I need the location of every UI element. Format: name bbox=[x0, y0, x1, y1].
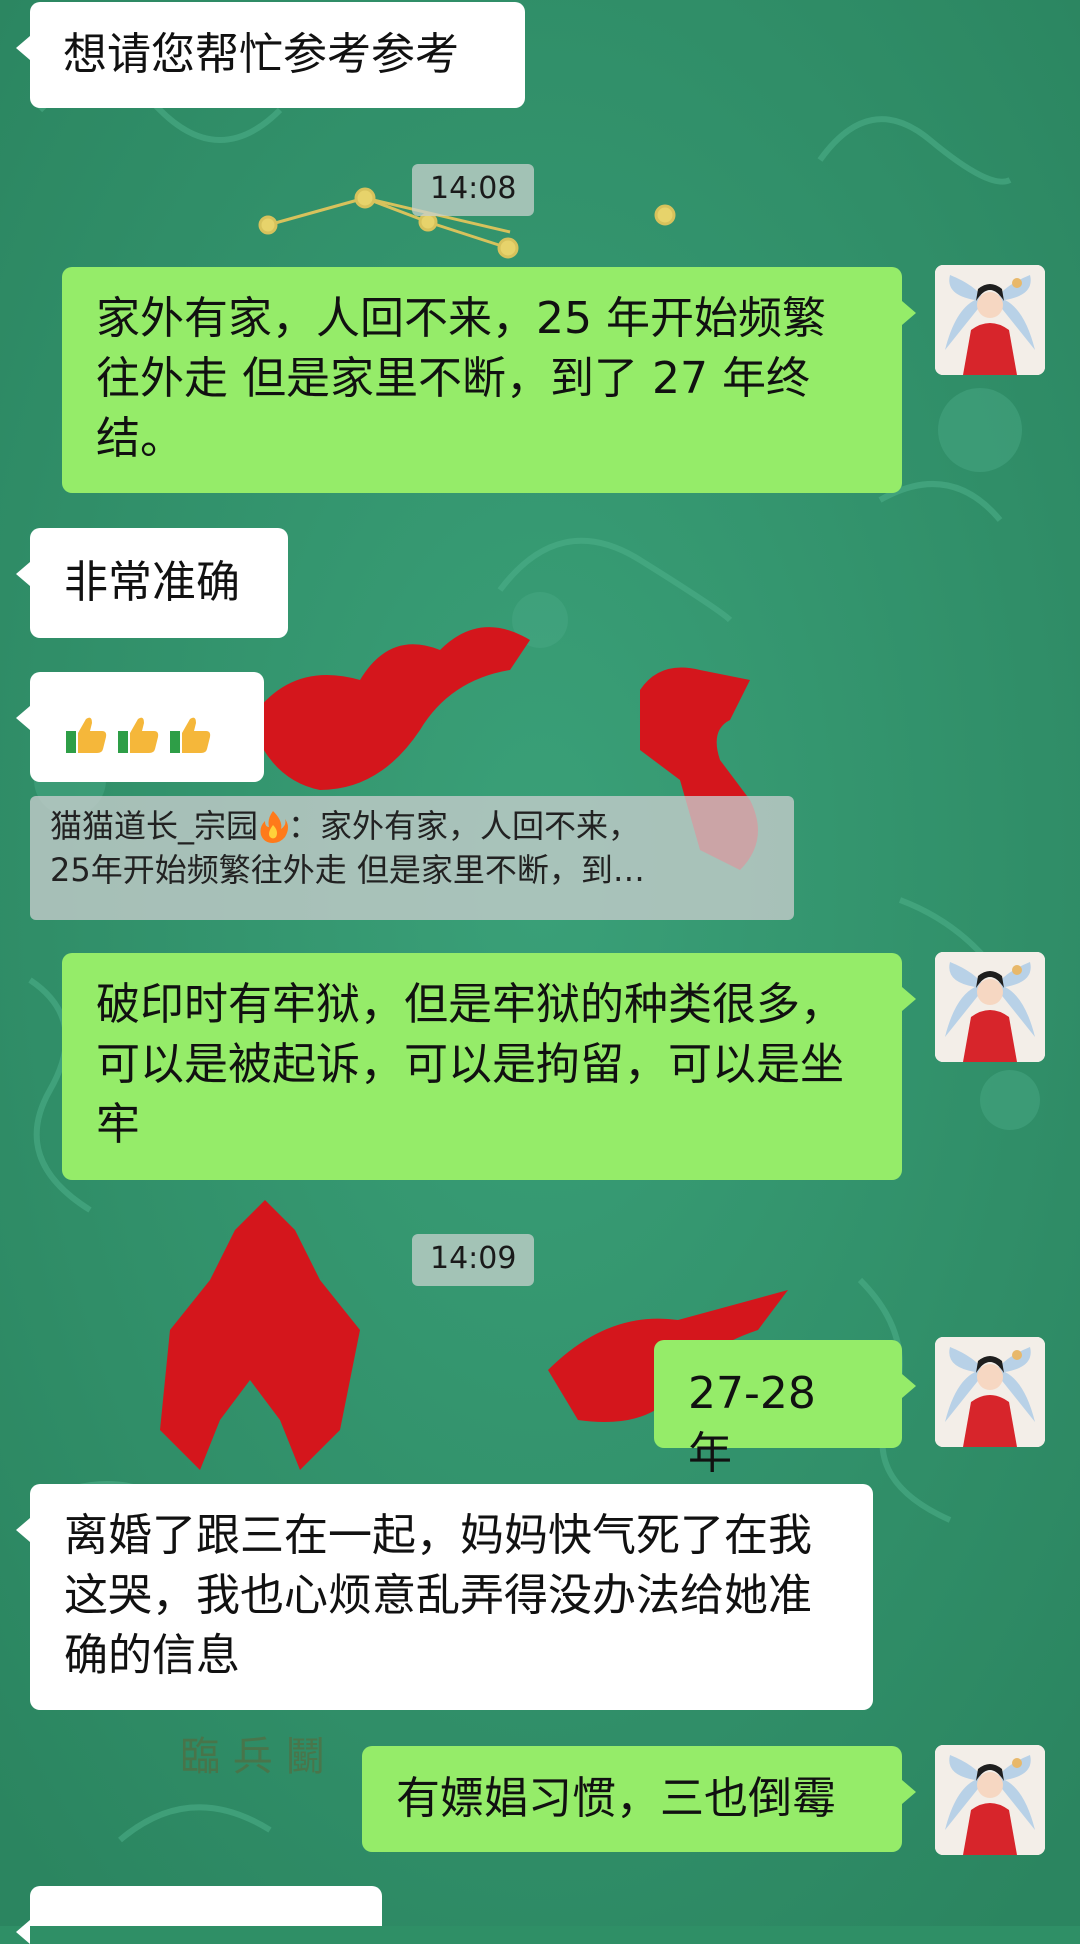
thumbs-up-icon bbox=[66, 717, 107, 753]
message-text: 家外有家，人回不来，25 年开始频繁往外走 但是家里不断，到了 27 年终结。 bbox=[96, 293, 826, 464]
message-bubble-incoming-partial[interactable] bbox=[16, 1886, 382, 1944]
quoted-message[interactable]: 猫猫道长_宗园 ：家外有家，人回不来， 25年开始频繁往外走 但是家里不断，到… bbox=[30, 796, 794, 920]
quote-text-1: ：家外有家，人回不来， bbox=[288, 807, 641, 845]
fire-icon bbox=[260, 811, 289, 843]
avatar-image bbox=[935, 1745, 1045, 1855]
message-bubble-outgoing[interactable]: 家外有家，人回不来，25 年开始频繁往外走 但是家里不断，到了 27 年终结。 bbox=[62, 267, 916, 493]
message-bubble-incoming[interactable]: 离婚了跟三在一起，妈妈快气死了在我这哭，我也心烦意乱弄得没办法给她准确的信息 bbox=[16, 1484, 873, 1710]
avatar[interactable] bbox=[935, 265, 1045, 375]
message-text: 有嫖娼习惯，三也倒霉 bbox=[396, 1773, 836, 1824]
message-bubble-outgoing[interactable]: 有嫖娼习惯，三也倒霉 bbox=[362, 1746, 916, 1852]
message-bubble-outgoing[interactable]: 27-28 年 bbox=[654, 1340, 916, 1479]
message-bubble-outgoing[interactable]: 破印时有牢狱，但是牢狱的种类很多，可以是被起诉，可以是拘留，可以是坐牢 bbox=[62, 953, 916, 1180]
avatar[interactable] bbox=[935, 1337, 1045, 1447]
avatar-image bbox=[935, 265, 1045, 375]
message-text: 破印时有牢狱，但是牢狱的种类很多，可以是被起诉，可以是拘留，可以是坐牢 bbox=[96, 979, 844, 1150]
quote-line-1: 猫猫道长_宗园 ：家外有家，人回不来， bbox=[50, 804, 774, 848]
message-bubble-incoming-emoji[interactable] bbox=[16, 672, 264, 782]
thumbs-up-icon bbox=[118, 717, 159, 753]
message-text: 非常准确 bbox=[64, 557, 240, 608]
avatar-image bbox=[935, 1337, 1045, 1447]
timestamp: 14:09 bbox=[412, 1234, 535, 1286]
thumbs-up-icon bbox=[170, 717, 211, 753]
quote-sender: 猫猫道长_宗园 bbox=[50, 807, 259, 845]
quote-text-2: 25年开始频繁往外走 但是家里不断，到… bbox=[50, 851, 645, 889]
message-text: 想请您帮忙参考参考 bbox=[63, 29, 459, 80]
timestamp: 14:08 bbox=[412, 164, 535, 216]
message-text: 27-28 年 bbox=[688, 1368, 816, 1479]
message-bubble-incoming[interactable]: 想请您帮忙参考参考 bbox=[16, 2, 525, 108]
avatar[interactable] bbox=[935, 952, 1045, 1062]
avatar-image bbox=[935, 952, 1045, 1062]
chat-area[interactable]: 想请您帮忙参考参考 14:08 家外有家，人回不来，25 年开始频繁往外走 但是… bbox=[0, 0, 1080, 1944]
message-text: 离婚了跟三在一起，妈妈快气死了在我这哭，我也心烦意乱弄得没办法给她准确的信息 bbox=[64, 1510, 812, 1681]
message-bubble-incoming[interactable]: 非常准确 bbox=[16, 528, 288, 638]
avatar[interactable] bbox=[935, 1745, 1045, 1855]
